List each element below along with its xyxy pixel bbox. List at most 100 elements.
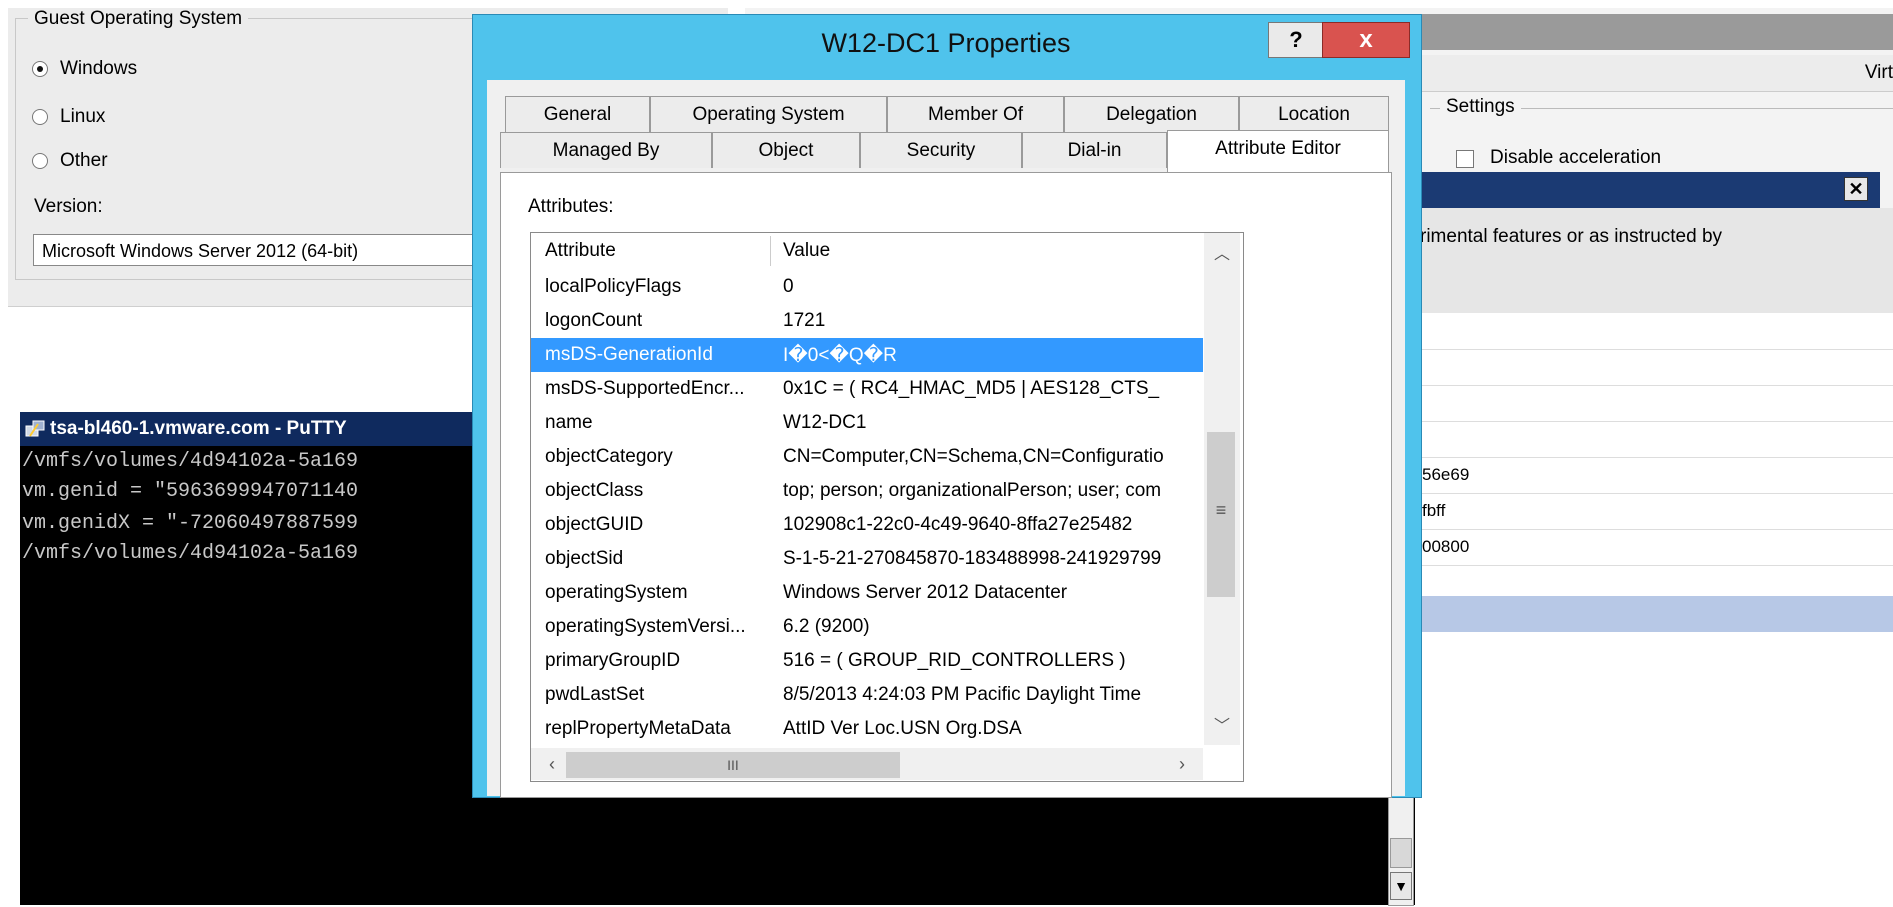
- radio-other[interactable]: Other: [32, 150, 108, 172]
- tab-delegation[interactable]: Delegation: [1064, 96, 1239, 132]
- right-window-header-text: Virt: [1864, 62, 1893, 83]
- attributes-label: Attributes:: [528, 196, 614, 217]
- tab-dial-in[interactable]: Dial-in: [1022, 132, 1167, 168]
- row-attribute: replPropertyMetaData: [545, 718, 731, 739]
- row-attribute: pwdLastSet: [545, 684, 645, 705]
- list-item-selected[interactable]: [1420, 596, 1893, 632]
- list-item[interactable]: [1420, 349, 1893, 386]
- row-attribute: primaryGroupID: [545, 650, 681, 671]
- table-row[interactable]: objectGUID 102908c1-22c0-4c49-9640-8ffa27…: [531, 508, 1203, 542]
- row-value: AttID Ver Loc.USN Org.DSA: [783, 718, 1022, 739]
- table-row-selected[interactable]: msDS-GenerationId I�0<�Q�R: [531, 338, 1203, 372]
- guest-os-group-title: Guest Operating System: [28, 8, 249, 30]
- column-header-attribute[interactable]: Attribute: [545, 240, 616, 262]
- list-item[interactable]: [1420, 313, 1893, 350]
- list-item-value: 56e69: [1422, 465, 1470, 484]
- putty-app-icon: [25, 420, 45, 437]
- tab-security[interactable]: Security: [860, 132, 1022, 168]
- radio-dot-icon[interactable]: [32, 153, 48, 169]
- list-item[interactable]: [1420, 421, 1893, 458]
- row-value: Windows Server 2012 Datacenter: [783, 582, 1068, 603]
- row-value: W12-DC1: [783, 412, 867, 433]
- list-item[interactable]: fbff: [1420, 493, 1893, 530]
- list-item-value: 00800: [1422, 537, 1470, 556]
- radio-dot-icon[interactable]: [32, 61, 48, 77]
- table-row[interactable]: operatingSystemVersi... 6.2 (9200): [531, 610, 1203, 644]
- table-row[interactable]: objectClass top; person; organizationalPe…: [531, 474, 1203, 508]
- scroll-left-arrow-icon[interactable]: ‹: [540, 752, 564, 776]
- right-window-header: [1420, 55, 1893, 92]
- scroll-right-arrow-icon[interactable]: ›: [1170, 752, 1194, 776]
- scroll-up-arrow-icon[interactable]: ︿: [1204, 240, 1240, 270]
- version-field[interactable]: Microsoft Windows Server 2012 (64-bit): [33, 234, 477, 266]
- table-row[interactable]: objectSid S-1-5-21-270845870-183488998-24…: [531, 542, 1203, 576]
- scroll-down-arrow-icon[interactable]: ▼: [1390, 872, 1412, 900]
- row-value: top; person; organizationalPerson; user;…: [783, 480, 1162, 501]
- secondary-dialog-close-icon[interactable]: ✕: [1844, 177, 1868, 201]
- terminal-line: vm.genid = "5963699947071140: [22, 480, 359, 503]
- column-header-value[interactable]: Value: [783, 240, 830, 262]
- putty-title: tsa-bl460-1.vmware.com - PuTTY: [50, 418, 347, 439]
- putty-scrollbar-thumb[interactable]: [1390, 838, 1412, 868]
- table-row[interactable]: name W12-DC1: [531, 406, 1203, 440]
- terminal-line: /vmfs/volumes/4d94102a-5a169: [22, 542, 359, 565]
- version-label: Version:: [34, 196, 103, 217]
- secondary-dialog-titlebar: [1420, 172, 1880, 208]
- row-attribute: msDS-SupportedEncr...: [545, 378, 745, 399]
- column-divider[interactable]: [770, 236, 771, 266]
- table-row[interactable]: logonCount 1721: [531, 304, 1203, 338]
- table-row[interactable]: primaryGroupID 516 = ( GROUP_RID_CONTROLL…: [531, 644, 1203, 678]
- table-row[interactable]: objectCategory CN=Computer,CN=Schema,CN=C…: [531, 440, 1203, 474]
- table-row[interactable]: msDS-SupportedEncr... 0x1C = ( RC4_HMAC_M…: [531, 372, 1203, 406]
- row-attribute: name: [545, 412, 593, 433]
- radio-windows[interactable]: Windows: [32, 58, 137, 80]
- settings-title: Settings: [1440, 96, 1521, 118]
- tab-location[interactable]: Location: [1239, 96, 1389, 132]
- radio-linux-label: Linux: [60, 106, 106, 127]
- scroll-down-arrow-icon[interactable]: ﹀: [1204, 712, 1240, 742]
- disable-acceleration-checkbox[interactable]: [1456, 150, 1474, 168]
- tab-managed-by[interactable]: Managed By: [500, 132, 712, 168]
- scrollbar-grip-icon: ≡: [1215, 500, 1227, 520]
- close-button[interactable]: x: [1322, 22, 1410, 58]
- table-row[interactable]: localPolicyFlags 0: [531, 270, 1203, 304]
- row-attribute: localPolicyFlags: [545, 276, 682, 297]
- scrollbar-grip-icon: III: [727, 757, 739, 773]
- help-button[interactable]: ?: [1268, 22, 1324, 58]
- list-item[interactable]: 00800: [1420, 529, 1893, 566]
- radio-linux[interactable]: Linux: [32, 106, 105, 128]
- table-row[interactable]: replPropertyMetaData AttID Ver Loc.USN Or…: [531, 712, 1203, 746]
- row-value: 8/5/2013 4:24:03 PM Pacific Daylight Tim…: [783, 684, 1142, 705]
- row-value: S-1-5-21-270845870-183488998-241929799: [783, 548, 1162, 569]
- row-attribute: objectGUID: [545, 514, 644, 535]
- row-value: CN=Computer,CN=Schema,CN=Configuratio: [783, 446, 1164, 467]
- row-value: 102908c1-22c0-4c49-9640-8ffa27e25482: [783, 514, 1133, 535]
- table-row[interactable]: pwdLastSet 8/5/2013 4:24:03 PM Pacific Da…: [531, 678, 1203, 712]
- row-value: 0: [783, 276, 794, 297]
- secondary-dialog-body: [1420, 208, 1893, 313]
- list-item[interactable]: [1420, 385, 1893, 422]
- row-value: 1721: [783, 310, 826, 331]
- row-value: 6.2 (9200): [783, 616, 870, 637]
- table-row[interactable]: operatingSystem Windows Server 2012 Datac…: [531, 576, 1203, 610]
- row-attribute: objectCategory: [545, 446, 673, 467]
- tab-attribute-editor[interactable]: Attribute Editor: [1167, 130, 1389, 172]
- disable-acceleration-label: Disable acceleration: [1490, 147, 1662, 168]
- tab-object[interactable]: Object: [712, 132, 860, 168]
- list-item-value: fbff: [1422, 501, 1446, 520]
- terminal-line: /vmfs/volumes/4d94102a-5a169: [22, 450, 359, 473]
- row-attribute: objectSid: [545, 548, 624, 569]
- tab-operating-system[interactable]: Operating System: [650, 96, 887, 132]
- terminal-line: vm.genidX = "-72060497887599: [22, 512, 359, 535]
- radio-windows-label: Windows: [60, 58, 138, 79]
- radio-other-label: Other: [60, 150, 108, 171]
- row-attribute: operatingSystem: [545, 582, 688, 603]
- secondary-dialog-text: rimental features or as instructed by: [1420, 226, 1723, 247]
- list-item[interactable]: 56e69: [1420, 457, 1893, 494]
- row-attribute: msDS-GenerationId: [545, 344, 713, 365]
- row-value: I�0<�Q�R: [783, 345, 897, 366]
- tab-general[interactable]: General: [505, 96, 650, 132]
- row-value: 516 = ( GROUP_RID_CONTROLLERS ): [783, 650, 1126, 671]
- radio-dot-icon[interactable]: [32, 109, 48, 125]
- tab-member-of[interactable]: Member Of: [887, 96, 1064, 132]
